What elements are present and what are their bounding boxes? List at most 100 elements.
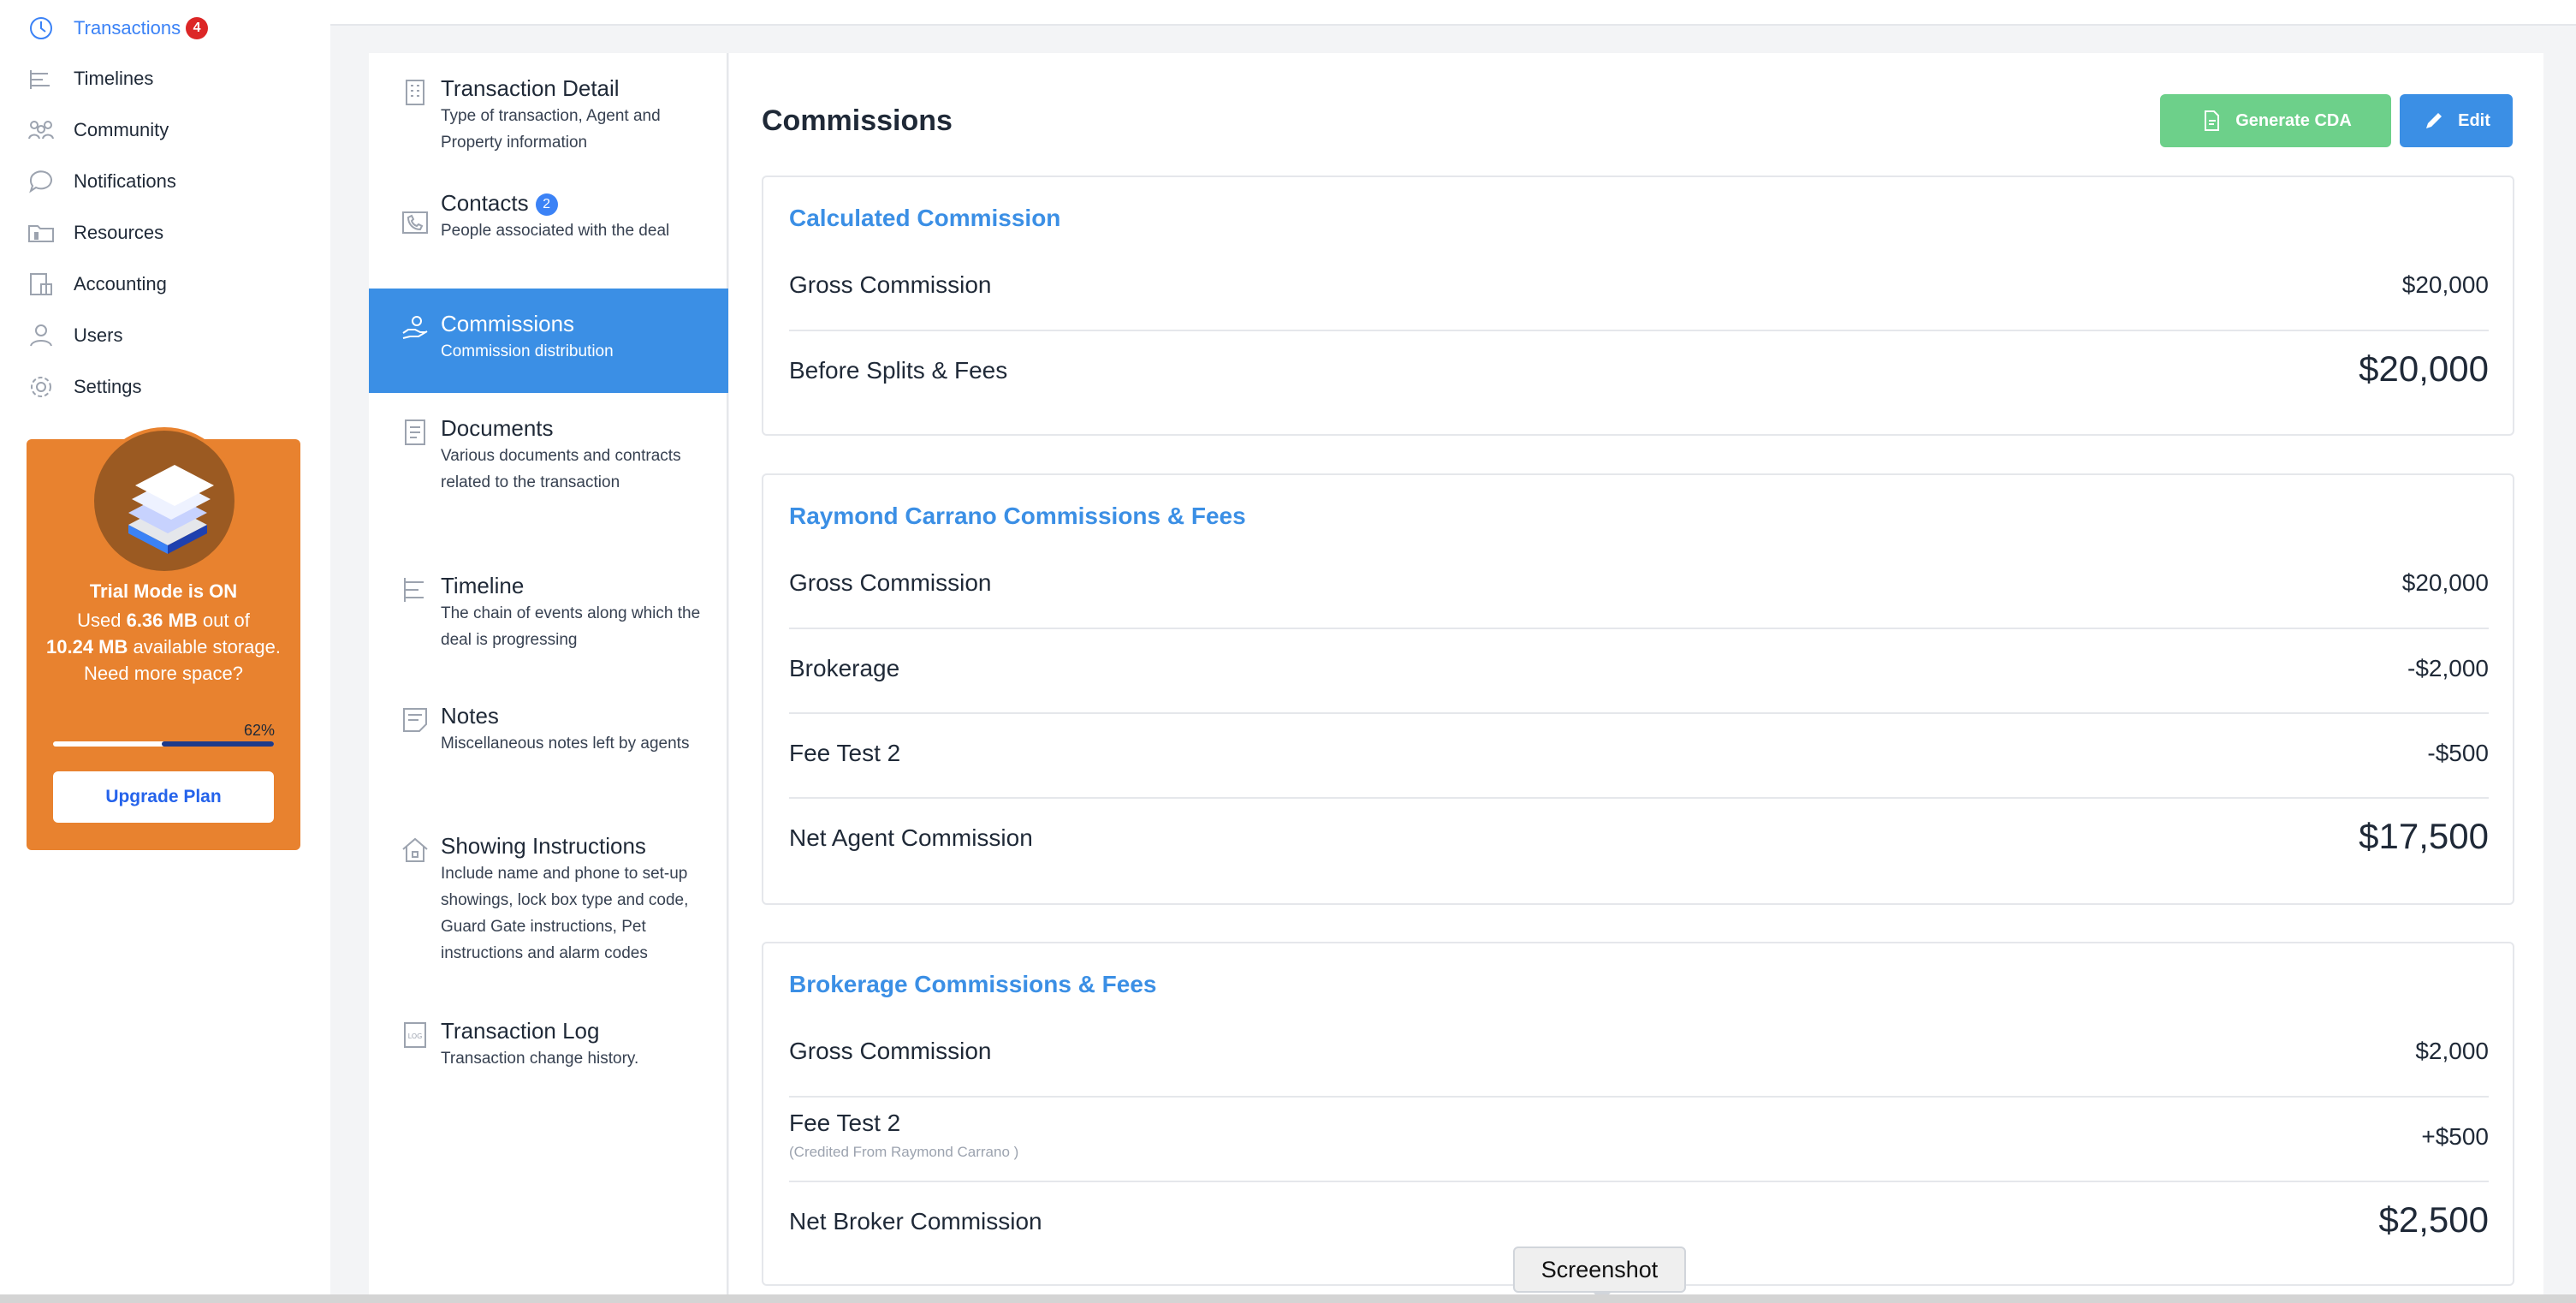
users-icon (26, 320, 56, 351)
timelines-icon (26, 63, 56, 94)
phone-book-icon (400, 207, 430, 238)
agent-commissions-card: Raymond Carrano Commissions & Fees Gross… (762, 473, 2514, 905)
trial-need-more: Need more space? (84, 663, 243, 684)
document-icon (2205, 110, 2220, 131)
section-desc: The chain of events along which the deal… (441, 604, 701, 649)
browser-top-strip (0, 0, 2576, 26)
section-contacts[interactable]: Contacts 2 People associated with the dea… (369, 158, 728, 262)
brokerage-commissions-card: Brokerage Commissions & Fees Gross Commi… (762, 942, 2514, 1286)
trial-mode-panel: Trial Mode is ON Used 6.36 MB out of 10.… (27, 427, 300, 850)
trial-total-value: 10.24 MB (46, 636, 128, 657)
sidebar-item-transactions[interactable]: Transactions 4 (26, 11, 209, 45)
commission-row: Net Agent Commission $17,500 (789, 799, 2489, 884)
section-transaction-detail[interactable]: Transaction Detail Type of transaction, … (369, 53, 728, 158)
section-title: Transaction Log (441, 1018, 600, 1044)
row-label: Fee Test 2 (789, 1110, 901, 1136)
row-value: $20,000 (2401, 271, 2489, 298)
trial-storage-text: Used 6.36 MB out of 10.24 MB available s… (44, 607, 283, 687)
section-desc: People associated with the deal (441, 222, 670, 240)
row-label: Brokerage (789, 655, 900, 681)
section-title: Showing Instructions (441, 833, 646, 859)
row-label: Net Broker Commission (789, 1208, 1042, 1235)
timeline-icon (400, 574, 430, 605)
section-title: Documents (441, 415, 554, 441)
row-label: Gross Commission (789, 569, 992, 596)
section-commissions[interactable]: Commissions Commission distribution (369, 289, 728, 393)
sidebar-item-settings[interactable]: Settings (26, 370, 142, 404)
row-value: $2,000 (2415, 1038, 2489, 1064)
sidebar-item-notifications[interactable]: Notifications (26, 164, 176, 199)
trial-used-value: 6.36 MB (126, 610, 198, 631)
sidebar-item-users[interactable]: Users (26, 318, 122, 353)
generate-cda-button[interactable]: Generate CDA (2160, 94, 2391, 147)
trial-used-mid: out of (202, 610, 250, 631)
commission-row: Brokerage -$2,000 (789, 629, 2489, 714)
sidebar-item-community[interactable]: Community (26, 113, 169, 147)
upgrade-plan-button[interactable]: Upgrade Plan (53, 771, 274, 823)
section-title: Notes (441, 703, 499, 729)
transactions-icon (26, 13, 56, 44)
sidebar-item-label: Timelines (74, 68, 154, 89)
sidebar: Transactions 4 Timelines Community Notif… (0, 0, 330, 1303)
section-desc: Various documents and contracts related … (441, 447, 681, 491)
storage-progress-bar (53, 741, 274, 747)
row-value: $20,000 (2359, 348, 2489, 389)
card-title: Brokerage Commissions & Fees (789, 971, 1157, 997)
community-icon (26, 115, 56, 146)
section-documents[interactable]: Documents Various documents and contract… (369, 393, 728, 550)
page-title: Commissions (762, 104, 953, 137)
row-value: -$2,000 (2407, 655, 2489, 681)
notifications-icon (26, 166, 56, 197)
transactions-count-badge: 4 (186, 17, 209, 39)
house-icon (400, 835, 430, 866)
sidebar-item-label: Notifications (74, 170, 176, 192)
card-title: Calculated Commission (789, 205, 1061, 231)
sidebar-item-label: Transactions (74, 17, 181, 39)
calculated-commission-card: Calculated Commission Gross Commission $… (762, 176, 2514, 436)
sidebar-item-label: Users (74, 324, 123, 346)
section-desc: Commission distribution (441, 342, 614, 360)
section-title: Timeline (441, 573, 525, 598)
contacts-count-badge: 2 (535, 193, 558, 216)
section-timeline[interactable]: Timeline The chain of events along which… (369, 550, 728, 681)
section-showing-instructions[interactable]: Showing Instructions Include name and ph… (369, 811, 728, 996)
edit-label: Edit (2458, 110, 2490, 130)
section-title-text: Contacts (441, 190, 529, 216)
sidebar-item-timelines[interactable]: Timelines (26, 62, 153, 96)
row-sublabel: (Credited From Raymond Carrano ) (789, 1144, 1019, 1160)
trial-used-prefix: Used (77, 610, 122, 631)
row-value: +$500 (2421, 1123, 2489, 1150)
sidebar-item-resources[interactable]: Resources (26, 216, 163, 250)
pencil-icon (2426, 113, 2442, 128)
storage-percent-label: 62% (243, 722, 275, 739)
commission-row: Before Splits & Fees $20,000 (789, 331, 2489, 417)
screenshot-tooltip: Screenshot (1513, 1246, 1686, 1301)
section-title: Transaction Detail (441, 75, 620, 101)
commission-row: Gross Commission $20,000 (789, 246, 2489, 331)
row-value: $17,500 (2359, 816, 2489, 856)
sidebar-item-accounting[interactable]: Accounting (26, 267, 167, 301)
section-transaction-log[interactable]: LOG Transaction Log Transaction change h… (369, 996, 728, 1098)
card-title: Raymond Carrano Commissions & Fees (789, 503, 1246, 529)
generate-cda-label: Generate CDA (2235, 110, 2352, 130)
row-value: $20,000 (2401, 569, 2489, 596)
row-value: -$500 (2427, 740, 2489, 766)
row-label: Net Agent Commission (789, 824, 1033, 851)
sidebar-item-label: Accounting (74, 273, 167, 295)
trial-title: Trial Mode is ON (89, 580, 238, 602)
section-notes[interactable]: Notes Miscellaneous notes left by agents (369, 681, 728, 811)
edit-button[interactable]: Edit (2400, 94, 2513, 147)
section-desc: Miscellaneous notes left by agents (441, 735, 690, 753)
section-title: Contacts 2 (441, 190, 558, 217)
trial-total-suffix: available storage. (133, 636, 281, 657)
sidebar-item-label: Community (74, 119, 169, 140)
commission-row: Fee Test 2 -$500 (789, 714, 2489, 799)
commissions-panel: Commissions Generate CDA Edit Calculated… (729, 53, 2543, 1303)
log-icon: LOG (400, 1020, 430, 1050)
document-icon (400, 417, 430, 448)
row-value: $2,500 (2378, 1199, 2489, 1240)
building-icon (400, 77, 430, 108)
row-label: Fee Test 2 (789, 740, 901, 766)
section-desc: Type of transaction, Agent and Property … (441, 107, 661, 152)
transaction-section-menu: Transaction Detail Type of transaction, … (369, 53, 728, 1303)
